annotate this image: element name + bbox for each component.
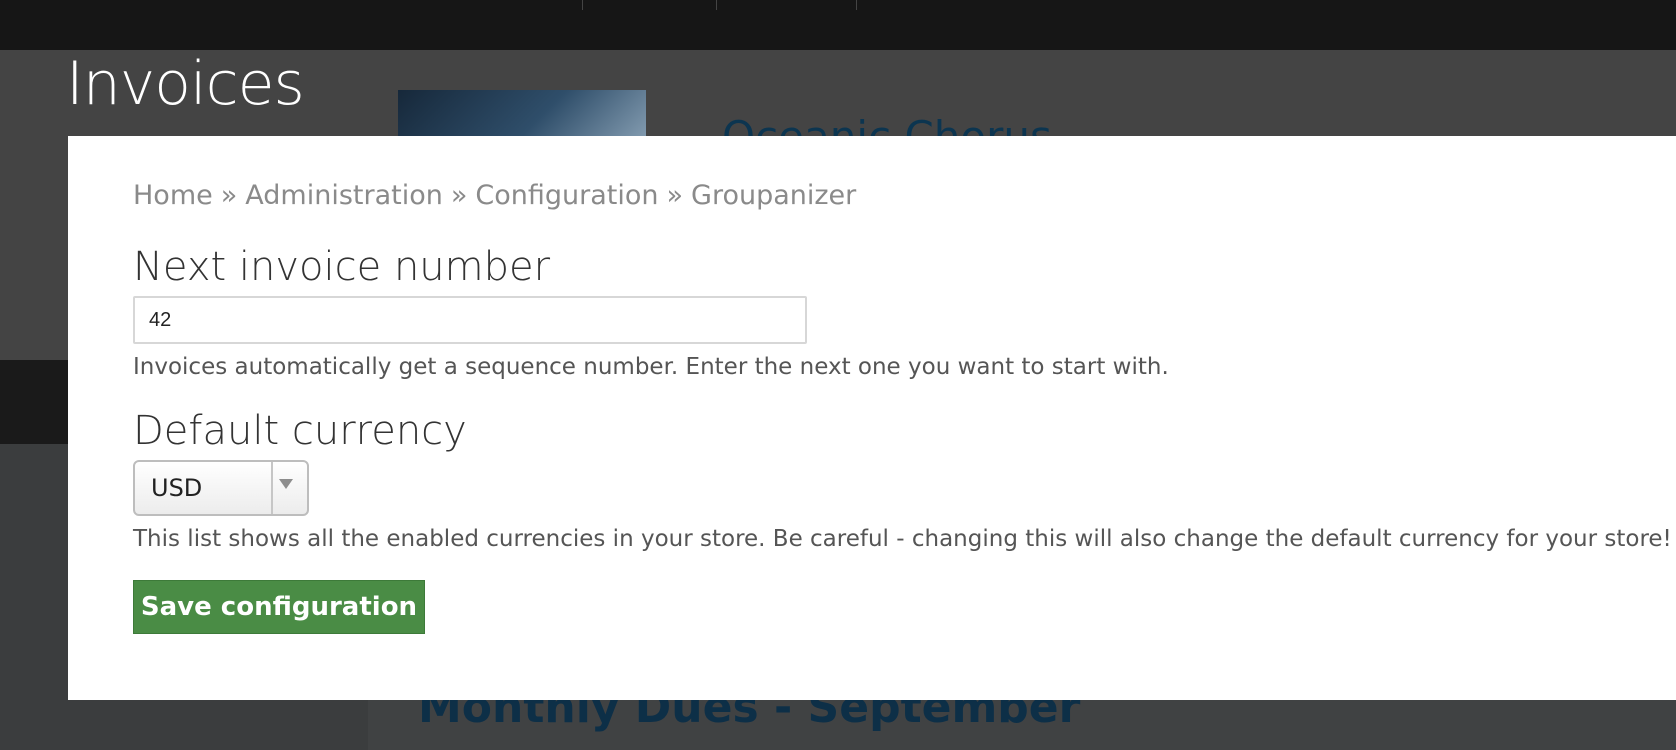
invoice-number-label: Next invoice number [133,244,551,290]
breadcrumb-separator: » [666,180,684,211]
breadcrumb-separator: » [450,180,468,211]
breadcrumb-home-link[interactable]: Home [133,180,213,211]
breadcrumb-configuration-link[interactable]: Configuration [475,180,658,211]
currency-selected-value: USD [151,474,203,502]
currency-description: This list shows all the enabled currenci… [133,526,1672,552]
invoice-number-input[interactable] [133,296,807,344]
breadcrumb-groupanizer-link[interactable]: Groupanizer [691,180,856,211]
save-configuration-button[interactable]: Save configuration [133,580,425,634]
page-title: Invoices [66,49,305,119]
breadcrumb-administration-link[interactable]: Administration [245,180,443,211]
configuration-modal: Home» Administration» Configuration» Groupa… [68,136,1676,700]
select-divider [271,462,273,514]
nav-separator [856,0,857,10]
top-nav-bar [0,0,1676,50]
invoice-number-description: Invoices automatically get a sequence nu… [133,354,1169,380]
currency-label: Default currency [133,408,467,454]
breadcrumb: Home» Administration» Configuration» Groupa… [133,180,856,211]
breadcrumb-separator: » [220,180,238,211]
currency-select[interactable]: USD [133,460,309,516]
chevron-down-icon [279,479,293,489]
app-window: Invoices Oceanic Chorus Monthly Dues - S… [0,0,1676,750]
nav-separator [582,0,583,10]
nav-separator [716,0,717,10]
